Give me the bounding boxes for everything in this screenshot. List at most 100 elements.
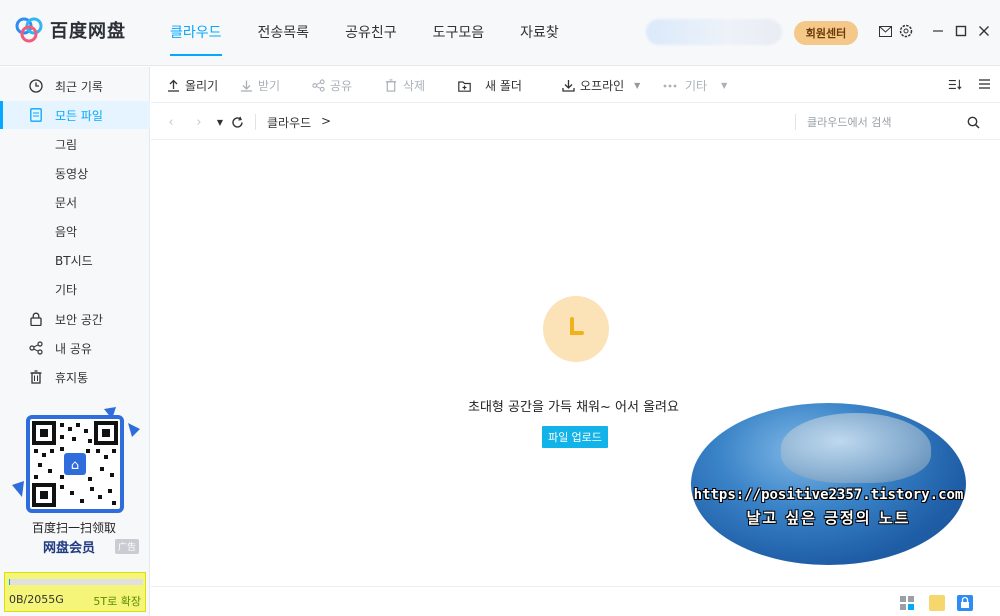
lock-icon bbox=[28, 311, 44, 327]
search-icon[interactable] bbox=[965, 114, 981, 130]
path-divider bbox=[255, 114, 256, 130]
lock-icon[interactable] bbox=[957, 595, 973, 611]
blog-watermark: https://positive2357.tistory.com 날고 싶은 긍… bbox=[691, 403, 966, 565]
sidebar-item-label: BT시드 bbox=[55, 253, 93, 268]
search-divider bbox=[795, 114, 796, 130]
main-nav: 클라우드 전송목록 공유친구 도구모음 자료찾 bbox=[170, 22, 595, 56]
history-dropdown-icon[interactable]: ▼ bbox=[212, 114, 228, 130]
sort-icon bbox=[948, 77, 962, 91]
breadcrumb-separator: > bbox=[321, 114, 332, 128]
download-icon bbox=[239, 79, 253, 93]
trash-icon bbox=[384, 79, 398, 93]
view-list-button[interactable] bbox=[977, 77, 996, 91]
storage-used-text: 0B/2055G bbox=[9, 593, 64, 606]
delete-button[interactable]: 삭제 bbox=[384, 77, 425, 94]
share-icon bbox=[28, 340, 44, 356]
sidebar-item-videos[interactable]: 동영상 bbox=[0, 159, 150, 187]
tab-share-friends[interactable]: 공유친구 bbox=[345, 22, 397, 42]
sidebar-item-label: 문서 bbox=[55, 195, 78, 210]
new-folder-label: 새 폴더 bbox=[485, 79, 522, 93]
tab-resources[interactable]: 자료찾 bbox=[520, 22, 559, 42]
download-label: 받기 bbox=[258, 79, 281, 93]
trash-icon bbox=[28, 369, 44, 385]
sidebar-item-my-shares[interactable]: 내 공유 bbox=[0, 334, 150, 362]
breadcrumb-cloud[interactable]: 클라우드 bbox=[267, 114, 311, 131]
baidu-netdisk-logo-icon bbox=[14, 17, 44, 43]
close-icon[interactable] bbox=[976, 23, 992, 39]
apps-grid-icon[interactable] bbox=[899, 595, 915, 611]
file-toolbar: 올리기 받기 공유 삭제 새 폴더 오프라인 ▼ 기타 ▼ bbox=[151, 67, 1000, 103]
sidebar-item-bt-seeds[interactable]: BT시드 bbox=[0, 246, 150, 274]
share-icon bbox=[311, 79, 325, 93]
more-label: 기타 bbox=[685, 79, 708, 93]
tab-tools[interactable]: 도구모음 bbox=[433, 22, 485, 42]
sidebar-item-secure-space[interactable]: 보안 공간 bbox=[0, 305, 150, 333]
minimize-icon[interactable] bbox=[930, 23, 946, 39]
share-label: 공유 bbox=[330, 79, 353, 93]
settings-gear-icon[interactable] bbox=[898, 23, 914, 39]
sidebar-item-label: 그림 bbox=[55, 137, 78, 152]
sidebar-item-documents[interactable]: 문서 bbox=[0, 188, 150, 216]
chevron-down-icon: ▼ bbox=[634, 81, 641, 90]
new-folder-button[interactable]: 새 폴더 bbox=[457, 77, 522, 94]
upload-icon bbox=[166, 79, 180, 93]
tab-cloud[interactable]: 클라우드 bbox=[170, 22, 222, 56]
sidebar-item-trash[interactable]: 휴지통 bbox=[0, 363, 150, 391]
path-bar: ‹ › ▼ 클라우드 > bbox=[151, 104, 1000, 140]
offline-download-button[interactable]: 오프라인 ▼ bbox=[561, 77, 640, 94]
bottom-bar bbox=[151, 586, 1000, 616]
sort-button[interactable] bbox=[948, 77, 967, 91]
sidebar-item-music[interactable]: 음악 bbox=[0, 217, 150, 245]
sidebar: 최근 기록 모든 파일 그림 동영상 문서 음악 BT시드 기타 보안 공간 내… bbox=[0, 67, 150, 616]
sidebar-item-label: 최근 기록 bbox=[55, 79, 103, 94]
sidebar-item-all-files[interactable]: 모든 파일 bbox=[0, 101, 150, 129]
more-button[interactable]: 기타 ▼ bbox=[663, 77, 727, 94]
offline-label: 오프라인 bbox=[580, 79, 625, 93]
notes-icon[interactable] bbox=[929, 595, 945, 611]
sidebar-item-label: 기타 bbox=[55, 282, 78, 297]
storage-progress-fill bbox=[9, 579, 10, 585]
delete-label: 삭제 bbox=[403, 79, 426, 93]
ad-badge: 广告 bbox=[115, 539, 140, 554]
sidebar-item-pictures[interactable]: 그림 bbox=[0, 130, 150, 158]
search-input[interactable] bbox=[807, 113, 957, 131]
clock-icon bbox=[28, 78, 44, 94]
back-arrow-icon[interactable]: ‹ bbox=[163, 114, 179, 130]
new-folder-icon bbox=[457, 79, 471, 93]
top-bar: 百度网盘 클라우드 전송목록 공유친구 도구모음 자료찾 회원센터 bbox=[0, 0, 1000, 66]
qr-promo-banner[interactable]: ⌂ 百度扫一扫领取 网盘会员 广告 bbox=[8, 407, 144, 567]
offline-download-icon bbox=[561, 79, 575, 93]
list-view-icon bbox=[977, 77, 991, 91]
share-button[interactable]: 공유 bbox=[311, 77, 352, 94]
upload-file-button[interactable]: 파일 업로드 bbox=[542, 426, 608, 448]
app-logo: 百度网盘 bbox=[14, 17, 126, 43]
svg-text:⌂: ⌂ bbox=[71, 458, 79, 473]
blurred-user-area[interactable] bbox=[646, 19, 782, 45]
maximize-icon[interactable] bbox=[953, 23, 969, 39]
sidebar-item-other[interactable]: 기타 bbox=[0, 275, 150, 303]
vip-center-button[interactable]: 회원센터 bbox=[794, 21, 858, 45]
upload-button[interactable]: 올리기 bbox=[166, 77, 218, 94]
mail-icon[interactable] bbox=[877, 23, 893, 39]
more-dots-icon bbox=[663, 79, 677, 93]
app-title: 百度网盘 bbox=[50, 21, 126, 42]
watermark-url: https://positive2357.tistory.com bbox=[693, 487, 964, 503]
dolphin-image bbox=[781, 413, 931, 483]
storage-upgrade-link[interactable]: 5T로 확장 bbox=[93, 593, 141, 609]
chevron-down-icon: ▼ bbox=[721, 81, 728, 90]
promo-title: 网盘会员 bbox=[43, 541, 96, 556]
upload-label: 올리기 bbox=[185, 79, 219, 93]
storage-panel: 0B/2055G 5T로 확장 bbox=[4, 572, 146, 612]
sidebar-item-label: 동영상 bbox=[55, 166, 89, 181]
sidebar-item-label: 내 공유 bbox=[55, 341, 92, 356]
sidebar-item-label: 보안 공간 bbox=[55, 312, 103, 327]
refresh-icon[interactable] bbox=[229, 114, 245, 130]
sidebar-item-label: 휴지통 bbox=[55, 370, 89, 385]
sidebar-item-label: 모든 파일 bbox=[55, 108, 103, 123]
sidebar-item-label: 음악 bbox=[55, 224, 78, 239]
storage-progress-bar bbox=[9, 579, 143, 585]
sidebar-item-recent[interactable]: 최근 기록 bbox=[0, 72, 150, 100]
download-button[interactable]: 받기 bbox=[239, 77, 280, 94]
tab-transfer-list[interactable]: 전송목록 bbox=[258, 22, 310, 42]
forward-arrow-icon[interactable]: › bbox=[191, 114, 207, 130]
